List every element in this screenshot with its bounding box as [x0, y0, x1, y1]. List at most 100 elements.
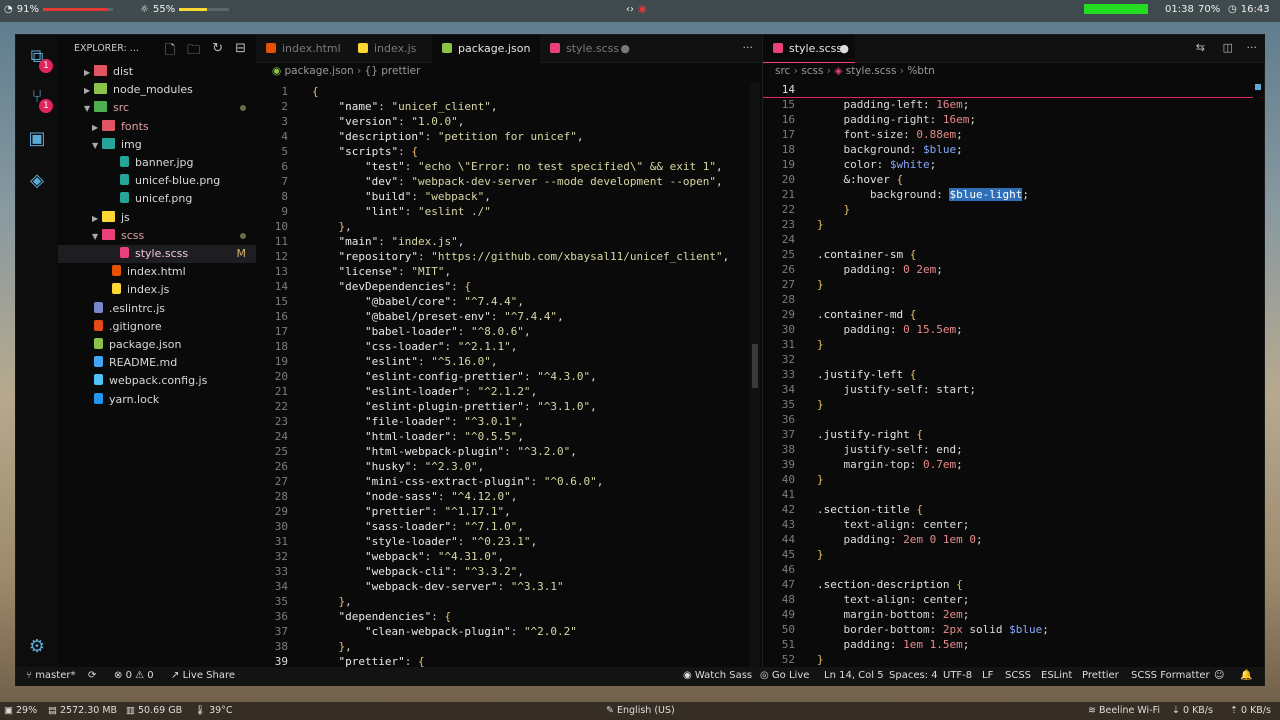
encoding[interactable]: UTF-8	[943, 670, 972, 681]
editor-tab[interactable]: index.js	[348, 35, 432, 63]
line-number: 31	[781, 338, 795, 351]
line-number: 47	[781, 578, 795, 591]
code-line: "webpack": "^4.31.0",	[364, 550, 505, 563]
new-folder-icon[interactable]: 🗀	[187, 41, 200, 63]
line-ending[interactable]: LF	[982, 670, 993, 681]
gear-icon[interactable]: ⚙	[25, 635, 49, 659]
folder-icon	[102, 137, 115, 149]
watch-sass-button[interactable]: ◉ Watch Sass	[683, 670, 752, 681]
tree-item-label: .eslintrc.js	[109, 301, 166, 315]
tree-item[interactable]: style.scss M	[58, 245, 256, 263]
scm-badge: 1	[39, 99, 53, 113]
editor-tab[interactable]: style.scss ●	[540, 35, 638, 63]
live-share-button[interactable]: ↗ Live Share	[171, 670, 235, 681]
tree-item[interactable]: ▼ img	[58, 136, 256, 154]
indentation[interactable]: Spaces: 4	[889, 670, 938, 681]
split-editor-icon[interactable]: ◫	[1223, 41, 1233, 54]
unsaved-dot-icon[interactable]: ●	[839, 35, 849, 63]
tree-item[interactable]: package.json	[58, 336, 256, 354]
tree-item[interactable]: ▼ scss	[58, 227, 256, 245]
right-code-area[interactable]: 14 15 padding-left: 16em; 16 padding-right…	[763, 82, 1265, 667]
code-line: margin-top: 0.7em;	[843, 458, 963, 471]
chevron-right-icon: ▶	[92, 122, 99, 132]
line-number: 35	[274, 595, 288, 608]
code-line: border-bottom: 2px solid $blue;	[843, 623, 1049, 636]
explorer-icon[interactable]: ⧉ 1	[25, 45, 53, 73]
notifications-icon[interactable]: 🔔	[1240, 670, 1252, 681]
more-actions-icon[interactable]: ···	[743, 41, 754, 54]
problems-indicator[interactable]: ⊗ 0 ⚠ 0	[114, 670, 154, 681]
wifi-status[interactable]: ≋ Beeline Wi-Fi	[1088, 705, 1160, 716]
tree-item[interactable]: ▶ node_modules	[58, 81, 256, 99]
breadcrumb-file[interactable]: package.json	[285, 65, 354, 77]
line-number: 26	[274, 460, 288, 473]
tree-item[interactable]: .eslintrc.js	[58, 300, 256, 318]
tree-item[interactable]: index.js	[58, 281, 256, 299]
formatter-status[interactable]: SCSS Formatter	[1131, 670, 1210, 681]
tree-item[interactable]: unicef-blue.png	[58, 172, 256, 190]
tree-item[interactable]: webpack.config.js	[58, 372, 256, 390]
open-changes-icon[interactable]: ⇆	[1196, 41, 1205, 54]
extensions-icon[interactable]: ▣	[25, 127, 49, 151]
tab-style-scss[interactable]: style.scss ●	[763, 35, 855, 63]
unsaved-dot-icon[interactable]: ●	[620, 35, 630, 63]
line-number: 26	[781, 263, 795, 276]
cpu-usage-value: 29%	[16, 705, 38, 716]
breadcrumb-scss[interactable]: scss	[801, 65, 823, 77]
tree-item[interactable]: ▼ src	[58, 99, 256, 117]
tree-item[interactable]: .gitignore	[58, 318, 256, 336]
remote-icon[interactable]: ◈	[25, 169, 49, 193]
more-actions-icon[interactable]: ···	[1247, 41, 1258, 54]
code-line: background: $blue-light;	[869, 188, 1029, 201]
tree-item[interactable]: ▶ dist	[58, 63, 256, 81]
tree-item[interactable]: banner.jpg	[58, 154, 256, 172]
sync-icon[interactable]: ⟳	[88, 670, 96, 681]
line-number: 33	[274, 565, 288, 578]
go-live-button[interactable]: ◎ Go Live	[760, 670, 809, 681]
prettier-status[interactable]: Prettier	[1082, 670, 1119, 681]
breadcrumb-symbol[interactable]: %btn	[907, 65, 934, 77]
editor-tab[interactable]: index.html	[256, 35, 348, 63]
file-icon	[112, 265, 121, 277]
tree-item[interactable]: index.html	[58, 263, 256, 281]
tree-item[interactable]: ▶ fonts	[58, 118, 256, 136]
eslint-status[interactable]: ESLint	[1041, 670, 1072, 681]
tree-item-label: banner.jpg	[135, 156, 194, 169]
cursor-position[interactable]: Ln 14, Col 5	[824, 670, 884, 681]
line-number: 15	[781, 98, 795, 111]
source-control-icon[interactable]: ⑂ 1	[25, 85, 53, 113]
branch-indicator[interactable]: ⑂ master*	[26, 670, 75, 681]
breadcrumb-src[interactable]: src	[775, 65, 790, 77]
tree-item[interactable]: yarn.lock	[58, 391, 256, 409]
tree-item[interactable]: README.md	[58, 354, 256, 372]
code-line: "devDependencies": {	[338, 280, 471, 293]
keyboard-layout[interactable]: ✎ English (US)	[606, 705, 675, 716]
disk-icon: ▥	[126, 705, 135, 716]
line-number: 30	[781, 323, 795, 336]
editor-tab[interactable]: package.json	[432, 35, 540, 63]
download-value: 0 KB/s	[1183, 705, 1213, 716]
clock-value: 16:43	[1240, 4, 1270, 15]
refresh-icon[interactable]: ↻	[212, 41, 223, 63]
breadcrumb-file[interactable]: style.scss	[846, 65, 897, 77]
scss-file-icon	[773, 43, 783, 53]
wifi-icon: ≋	[1088, 705, 1096, 716]
right-scrollbar[interactable]	[1253, 82, 1263, 667]
time-label: 01:38	[1165, 4, 1194, 15]
language-mode[interactable]: SCSS	[1005, 670, 1031, 681]
line-number: 52	[781, 653, 795, 666]
code-line: "eslint-loader": "^2.1.2",	[364, 385, 538, 398]
tree-item[interactable]: unicef.png	[58, 190, 256, 208]
new-file-icon[interactable]: 🗋	[165, 41, 175, 63]
feedback-icon[interactable]: ☺	[1214, 670, 1224, 681]
left-scrollbar[interactable]	[750, 82, 760, 667]
brightness-indicator: ☼ 55%	[140, 4, 230, 15]
collapse-all-icon[interactable]: ⊟	[235, 41, 246, 63]
left-code-area[interactable]: 1 {2 "name": "unicef_client", 3 "version":…	[256, 82, 761, 670]
line-number: 20	[274, 370, 288, 383]
tree-item[interactable]: ▶ js	[58, 209, 256, 227]
line-number: 24	[274, 430, 288, 443]
memory-usage: ▤ 2572.30 MB	[48, 705, 117, 716]
brightness-bar	[179, 8, 230, 11]
breadcrumb-symbol[interactable]: {} prettier	[365, 65, 421, 77]
